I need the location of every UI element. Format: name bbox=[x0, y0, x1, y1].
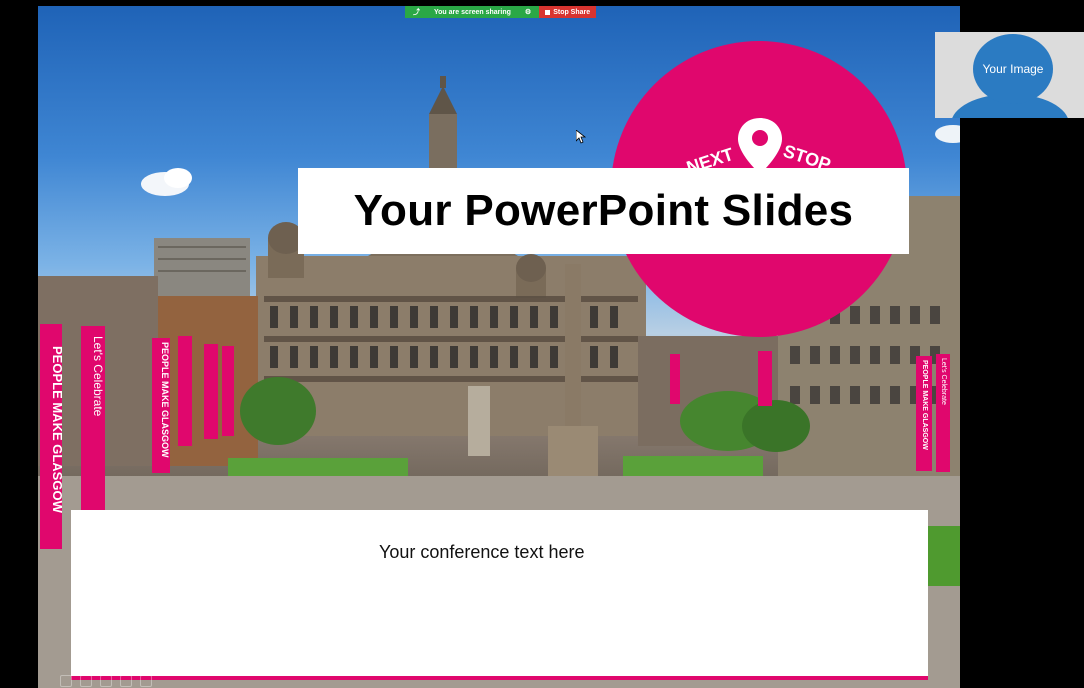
zoom-icon[interactable] bbox=[120, 675, 132, 687]
lawn bbox=[623, 456, 763, 476]
slide-controls bbox=[60, 675, 152, 687]
stop-share-button[interactable]: Stop Share bbox=[539, 6, 597, 18]
banner-left-text-3: PEOPLE MAKE GLASGOW bbox=[160, 342, 170, 458]
banner bbox=[758, 351, 772, 406]
stop-share-label: Stop Share bbox=[553, 8, 591, 16]
pen-icon[interactable] bbox=[80, 675, 92, 687]
banner bbox=[204, 344, 218, 439]
tree bbox=[240, 377, 316, 445]
cloud bbox=[935, 125, 960, 143]
banner-left-text-2: Let's Celebrate bbox=[91, 336, 105, 417]
sharing-label: You are screen sharing bbox=[434, 8, 511, 16]
participant-video-tile[interactable]: Your Image bbox=[935, 32, 1084, 118]
slide-body-text: Your conference text here bbox=[379, 542, 585, 562]
mouse-cursor-icon bbox=[576, 130, 586, 144]
banner-right-text-2: Let's Celebrate bbox=[940, 358, 947, 405]
cenotaph bbox=[468, 386, 490, 456]
video-tile-label: Your Image bbox=[982, 62, 1044, 76]
scott-monument-column bbox=[565, 264, 581, 444]
stop-square-icon bbox=[545, 9, 551, 15]
sharing-indicator[interactable]: ⤴ You are screen sharing ⚙ bbox=[405, 6, 540, 18]
banner-left-text-1: PEOPLE MAKE GLASGOW bbox=[50, 346, 65, 514]
banner bbox=[178, 336, 192, 446]
slide-text-box: Your conference text here bbox=[71, 510, 928, 680]
share-arrow-icon: ⤴ bbox=[413, 9, 420, 16]
slide-title-box: Your PowerPoint Slides bbox=[298, 168, 909, 254]
slide-title: Your PowerPoint Slides bbox=[353, 186, 854, 235]
banner bbox=[222, 346, 234, 436]
cloud bbox=[164, 168, 192, 188]
screen-share-bar: ⤴ You are screen sharing ⚙ Stop Share bbox=[405, 6, 597, 18]
slides-icon[interactable] bbox=[100, 675, 112, 687]
tree bbox=[742, 400, 810, 452]
share-settings-icon[interactable]: ⚙ bbox=[525, 8, 531, 16]
more-options-icon[interactable] bbox=[140, 675, 152, 687]
banner bbox=[670, 354, 680, 404]
previous-slide-icon[interactable] bbox=[60, 675, 72, 687]
avatar: Your Image bbox=[973, 34, 1053, 104]
banner-right-text-1: PEOPLE MAKE GLASGOW bbox=[921, 360, 928, 450]
